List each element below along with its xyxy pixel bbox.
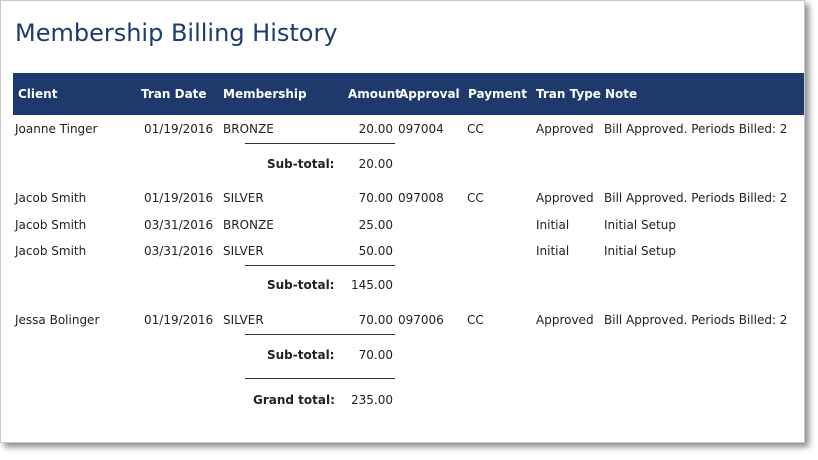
cell-amount: 20.00 (358, 122, 393, 136)
column-header-amount: Amount (348, 87, 401, 101)
subtotal-label: Sub-total: (267, 278, 335, 292)
cell-tran-date: 03/31/2016 (144, 244, 214, 258)
cell-note: Bill Approved. Periods Billed: 2 (604, 191, 788, 205)
subtotal-divider (245, 334, 395, 335)
cell-note: Bill Approved. Periods Billed: 2 (604, 122, 788, 136)
cell-membership: SILVER (223, 244, 264, 258)
cell-amount: 70.00 (358, 191, 393, 205)
cell-payment: CC (467, 122, 484, 136)
cell-client: Joanne Tinger (15, 122, 98, 136)
cell-client: Jacob Smith (15, 218, 87, 232)
cell-amount: 25.00 (358, 218, 393, 232)
column-header-note: Note (605, 87, 638, 101)
cell-membership: BRONZE (223, 218, 274, 232)
cell-client: Jessa Bolinger (15, 313, 100, 327)
column-header-membership: Membership (223, 87, 307, 101)
cell-membership: BRONZE (223, 122, 274, 136)
column-header-payment: Payment (468, 87, 527, 101)
subtotal-divider (245, 143, 395, 144)
cell-amount: 50.00 (358, 244, 393, 258)
cell-tran-type: Approved (536, 313, 594, 327)
cell-tran-type: Initial (536, 244, 570, 258)
subtotal-value: 145.00 (351, 278, 393, 292)
subtotal-label: Sub-total: (267, 348, 335, 362)
subtotal-divider (245, 265, 395, 266)
column-header-approval: Approval (399, 87, 460, 101)
cell-tran-type: Approved (536, 191, 594, 205)
grand-total-value: 235.00 (351, 393, 393, 407)
cell-tran-date: 01/19/2016 (144, 313, 214, 327)
cell-tran-type: Initial (536, 218, 570, 232)
column-header-tran-type: Tran Type (536, 87, 601, 101)
cell-client: Jacob Smith (15, 244, 87, 258)
cell-payment: CC (467, 313, 484, 327)
subtotal-value: 70.00 (358, 348, 393, 362)
cell-note: Initial Setup (604, 218, 676, 232)
cell-membership: SILVER (223, 191, 264, 205)
subtotal-label: Sub-total: (267, 157, 335, 171)
grand-total-label: Grand total: (253, 393, 335, 407)
cell-tran-date: 03/31/2016 (144, 218, 214, 232)
page-title: Membership Billing History (15, 19, 338, 47)
report-window: Membership Billing History Client Tran D… (0, 0, 805, 443)
subtotal-value: 20.00 (358, 157, 393, 171)
cell-approval: 097006 (398, 313, 444, 327)
cell-approval: 097004 (398, 122, 444, 136)
cell-tran-date: 01/19/2016 (144, 122, 214, 136)
cell-client: Jacob Smith (15, 191, 87, 205)
table-header: Client Tran Date Membership Amount Appro… (13, 73, 804, 115)
grand-total-divider (245, 378, 395, 379)
column-header-client: Client (18, 87, 58, 101)
cell-amount: 70.00 (358, 313, 393, 327)
cell-payment: CC (467, 191, 484, 205)
cell-membership: SILVER (223, 313, 264, 327)
cell-note: Bill Approved. Periods Billed: 2 (604, 313, 788, 327)
column-header-tran-date: Tran Date (141, 87, 207, 101)
cell-note: Initial Setup (604, 244, 676, 258)
cell-tran-type: Approved (536, 122, 594, 136)
cell-approval: 097008 (398, 191, 444, 205)
cell-tran-date: 01/19/2016 (144, 191, 214, 205)
